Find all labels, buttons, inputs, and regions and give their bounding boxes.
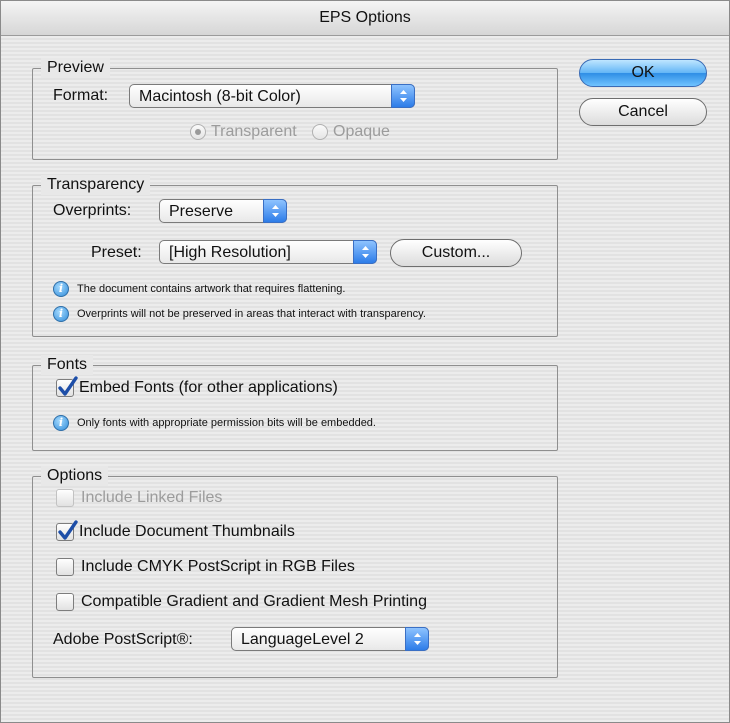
updown-arrows-icon bbox=[405, 627, 429, 651]
eps-options-dialog: EPS Options OK Cancel Preview Format: Ma… bbox=[0, 0, 730, 723]
preset-label: Preset: bbox=[91, 244, 142, 261]
include-cmyk-checkbox[interactable] bbox=[56, 558, 74, 576]
overprints-value: Preserve bbox=[169, 203, 234, 220]
fonts-info-text: Only fonts with appropriate permission b… bbox=[77, 417, 376, 429]
format-value: Macintosh (8-bit Color) bbox=[139, 88, 301, 105]
ok-button[interactable]: OK bbox=[579, 59, 707, 87]
transparent-radio-label: Transparent bbox=[211, 123, 297, 140]
window-title: EPS Options bbox=[319, 9, 411, 26]
opaque-radio[interactable] bbox=[312, 124, 328, 140]
overprints-info-text: Overprints will not be preserved in area… bbox=[77, 308, 426, 320]
preset-popup[interactable]: [High Resolution] bbox=[159, 240, 377, 264]
include-cmyk-label: Include CMYK PostScript in RGB Files bbox=[81, 558, 355, 575]
updown-arrows-icon bbox=[263, 199, 287, 223]
preview-legend: Preview bbox=[41, 58, 110, 78]
transparency-legend: Transparency bbox=[41, 175, 151, 195]
info-icon: i bbox=[53, 281, 69, 297]
postscript-label: Adobe PostScript®: bbox=[53, 631, 193, 648]
opaque-radio-label: Opaque bbox=[333, 123, 390, 140]
postscript-popup[interactable]: LanguageLevel 2 bbox=[231, 627, 429, 651]
overprints-label: Overprints: bbox=[53, 202, 132, 219]
preset-value: [High Resolution] bbox=[169, 244, 291, 261]
updown-arrows-icon bbox=[391, 84, 415, 108]
overprints-popup[interactable]: Preserve bbox=[159, 199, 287, 223]
cancel-button[interactable]: Cancel bbox=[579, 98, 707, 126]
include-linked-files-label: Include Linked Files bbox=[81, 489, 223, 506]
preview-group: Preview bbox=[32, 58, 558, 160]
compatible-gradient-checkbox[interactable] bbox=[56, 593, 74, 611]
info-icon: i bbox=[53, 306, 69, 322]
include-thumbnails-checkbox[interactable] bbox=[56, 520, 78, 541]
embed-fonts-label: Embed Fonts (for other applications) bbox=[79, 379, 338, 396]
include-linked-files-checkbox[interactable] bbox=[56, 489, 74, 507]
updown-arrows-icon bbox=[353, 240, 377, 264]
checkmark-icon bbox=[58, 520, 78, 540]
embed-fonts-checkbox[interactable] bbox=[56, 376, 78, 397]
flattening-info-text: The document contains artwork that requi… bbox=[77, 283, 346, 295]
format-popup[interactable]: Macintosh (8-bit Color) bbox=[129, 84, 415, 108]
options-legend: Options bbox=[41, 466, 109, 486]
transparent-radio[interactable] bbox=[190, 124, 206, 140]
info-icon: i bbox=[53, 415, 69, 431]
compatible-gradient-label: Compatible Gradient and Gradient Mesh Pr… bbox=[81, 593, 427, 610]
postscript-value: LanguageLevel 2 bbox=[241, 631, 364, 648]
include-thumbnails-label: Include Document Thumbnails bbox=[79, 523, 295, 540]
checkmark-icon bbox=[58, 376, 78, 396]
fonts-legend: Fonts bbox=[41, 355, 94, 375]
format-label: Format: bbox=[53, 87, 109, 104]
custom-button[interactable]: Custom... bbox=[390, 239, 522, 267]
title-bar[interactable]: EPS Options bbox=[1, 1, 729, 36]
